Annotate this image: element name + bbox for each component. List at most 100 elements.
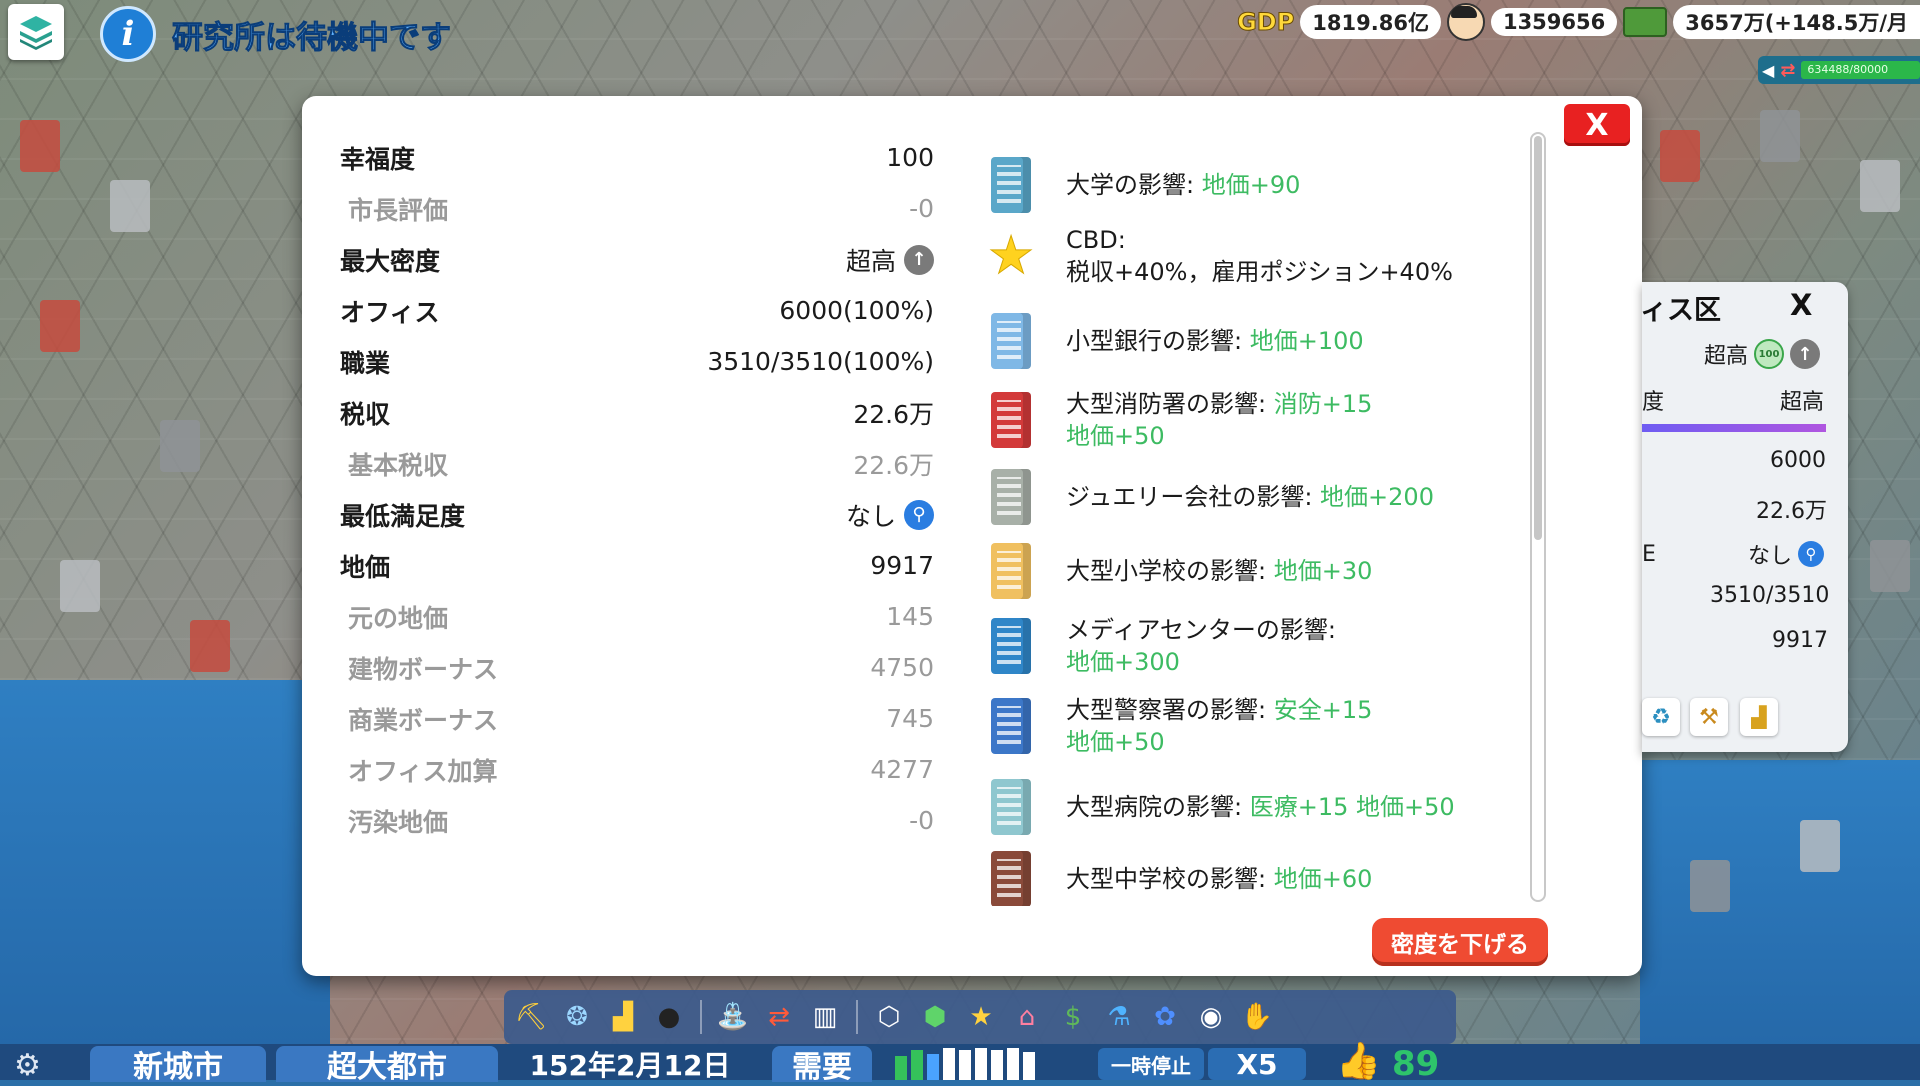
stat-row: 汚染地価 -0: [340, 795, 934, 846]
stat-label: 基本税収: [348, 450, 449, 480]
side-panel-close-button[interactable]: X: [1790, 288, 1812, 322]
magnifier-icon[interactable]: ⚲: [1798, 541, 1824, 567]
hexagon-grid-icon[interactable]: ⬡: [868, 996, 910, 1038]
effect-bonus: 地価+50: [1066, 728, 1165, 756]
demand-button[interactable]: 需要: [772, 1046, 872, 1085]
stat-value-text: 745: [886, 704, 934, 733]
demand-bar: [927, 1054, 939, 1080]
bulldozer-icon[interactable]: ▟: [1740, 698, 1778, 736]
stat-row: オフィス 6000(100%): [340, 285, 934, 336]
effect-text: 大型小学校の影響: 地価+30: [1066, 555, 1372, 587]
stat-label: 職業: [340, 348, 391, 378]
effects-list[interactable]: 大学の影響: 地価+90 ★ CBD: 税収+40%，雇用ポジション+40% 小型銀行の…: [980, 136, 1520, 906]
water-tap-icon[interactable]: ⛲: [712, 996, 754, 1038]
stat-label: オフィス: [340, 297, 440, 327]
view-eye-icon[interactable]: ◉: [1190, 996, 1232, 1038]
water-area: [0, 680, 330, 1080]
road-loop-icon[interactable]: ❂: [556, 996, 598, 1038]
side-density-row: 超高 100 ↑: [1704, 338, 1821, 370]
stat-row: 元の地価 145: [340, 591, 934, 642]
demand-bar: [1023, 1052, 1035, 1080]
effect-title: 大型警察署の影響:: [1066, 696, 1274, 724]
effect-text: 大型中学校の影響: 地価+60: [1066, 863, 1372, 895]
elementary-school-building-icon: [980, 540, 1042, 602]
crane-icon[interactable]: ⛏: [510, 996, 552, 1038]
gdp-value[interactable]: 1819.86亿: [1300, 5, 1441, 39]
map-building: [1660, 130, 1700, 182]
stat-list: 幸福度 100 市長評価 -0 最大密度 超高 ↑ オフィス 6000(100%) 職業 3510/…: [340, 132, 934, 846]
demand-bar: [1007, 1048, 1019, 1080]
demand-bar: [959, 1050, 971, 1080]
research-flask-icon[interactable]: ⚗: [1098, 996, 1140, 1038]
map-building: [40, 300, 80, 352]
effect-item: 大型病院の影響: 医療+15 地価+50: [980, 776, 1520, 838]
effect-title: 大型小学校の影響:: [1066, 557, 1274, 585]
landmark-building-icon[interactable]: ★: [960, 996, 1002, 1038]
stat-value: -0: [909, 194, 934, 223]
bomb-icon[interactable]: ●: [648, 996, 690, 1038]
stat-row: 基本税収 22.6万: [340, 438, 934, 489]
stat-value: なし ⚲: [846, 497, 934, 533]
effect-bonus: 地価+100: [1249, 327, 1364, 355]
speed-button[interactable]: X5: [1208, 1048, 1306, 1081]
effects-scrollbar[interactable]: [1530, 132, 1546, 902]
effect-item: 大型中学校の影響: 地価+60: [980, 848, 1520, 906]
arrow-left-icon[interactable]: ◀: [1762, 61, 1774, 80]
trade-arrows-icon[interactable]: ⇄: [758, 996, 800, 1038]
lab-status-text[interactable]: 研究所は待機中です: [172, 12, 452, 57]
effect-bonus: 消防+15: [1273, 390, 1373, 418]
effect-item: 大学の影響: 地価+90: [980, 154, 1520, 216]
arrow-up-icon[interactable]: ↑: [1790, 339, 1821, 369]
recycle-icon[interactable]: ♻: [1642, 698, 1680, 736]
stat-value-text: 145: [886, 602, 934, 631]
stat-value: 4277: [870, 755, 934, 784]
magnifier-icon[interactable]: ⚲: [904, 499, 934, 530]
layers-button[interactable]: [8, 4, 64, 60]
money-value[interactable]: 3657万(+148.5万/月: [1673, 5, 1920, 39]
population-avatar-icon: [1446, 3, 1485, 41]
stat-label: 最低満足度: [340, 501, 466, 531]
thumbs-up-icon[interactable]: ✋: [1236, 996, 1278, 1038]
stat-value-text: 超高: [845, 246, 896, 276]
population-value[interactable]: 1359656: [1490, 8, 1618, 36]
settings-gear-icon[interactable]: ⚙: [14, 1048, 41, 1083]
policy-flower-icon[interactable]: ✿: [1144, 996, 1186, 1038]
stat-value-text: 6000(100%): [779, 296, 934, 325]
zone-cubes-icon[interactable]: ⬢: [914, 996, 956, 1038]
stat-value: 超高 ↑: [846, 242, 934, 278]
map-building: [1870, 540, 1910, 592]
statistics-chart-icon[interactable]: ▥: [804, 996, 846, 1038]
effect-title: 大型病院の影響:: [1066, 793, 1250, 821]
money-stack-icon[interactable]: $: [1052, 996, 1094, 1038]
arrow-up-icon[interactable]: ↑: [904, 244, 934, 275]
approval-rating: 89: [1392, 1044, 1440, 1084]
scrollbar-thumb[interactable]: [1534, 136, 1542, 540]
effect-bonus: 地価+200: [1320, 483, 1434, 511]
stat-label: 元の地価: [348, 603, 449, 633]
city-rank-button[interactable]: 超大都市: [276, 1046, 498, 1085]
population-progress[interactable]: ◀ ⇄ 634488/80000: [1758, 56, 1920, 84]
effect-item: ★ CBD: 税収+40%，雇用ポジション+40%: [980, 224, 1520, 288]
effect-bonus: 地価+60: [1273, 865, 1373, 893]
approval-thumb-icon[interactable]: 👍: [1336, 1040, 1381, 1082]
stat-row: オフィス加算 4277: [340, 744, 934, 795]
close-dialog-button[interactable]: X: [1564, 104, 1630, 146]
bulldozer-icon[interactable]: ▟: [602, 996, 644, 1038]
stat-value-text: なし: [845, 501, 896, 531]
demand-bar: [991, 1050, 1003, 1080]
toolbar-separator: [856, 1000, 858, 1034]
effect-text: 大型消防署の影響: 消防+15 地価+50: [1066, 388, 1372, 452]
map-building: [20, 120, 60, 172]
star-icon: ★: [987, 226, 1035, 286]
effect-bonus: 安全+15: [1273, 696, 1373, 724]
stat-label: 幸福度: [340, 144, 416, 174]
city-name-button[interactable]: 新城市: [90, 1046, 266, 1085]
effect-bonus: 地価+300: [1066, 648, 1180, 676]
side-min-sat-value: なし: [1747, 544, 1792, 569]
side-density2-row: 度 超高: [1642, 384, 1824, 416]
shop-building-icon[interactable]: ⌂: [1006, 996, 1048, 1038]
lower-density-button[interactable]: 密度を下げる: [1372, 918, 1548, 966]
info-icon[interactable]: i: [100, 6, 156, 62]
pause-button[interactable]: 一時停止: [1098, 1048, 1204, 1080]
hammer-icon[interactable]: ⚒: [1690, 698, 1728, 736]
